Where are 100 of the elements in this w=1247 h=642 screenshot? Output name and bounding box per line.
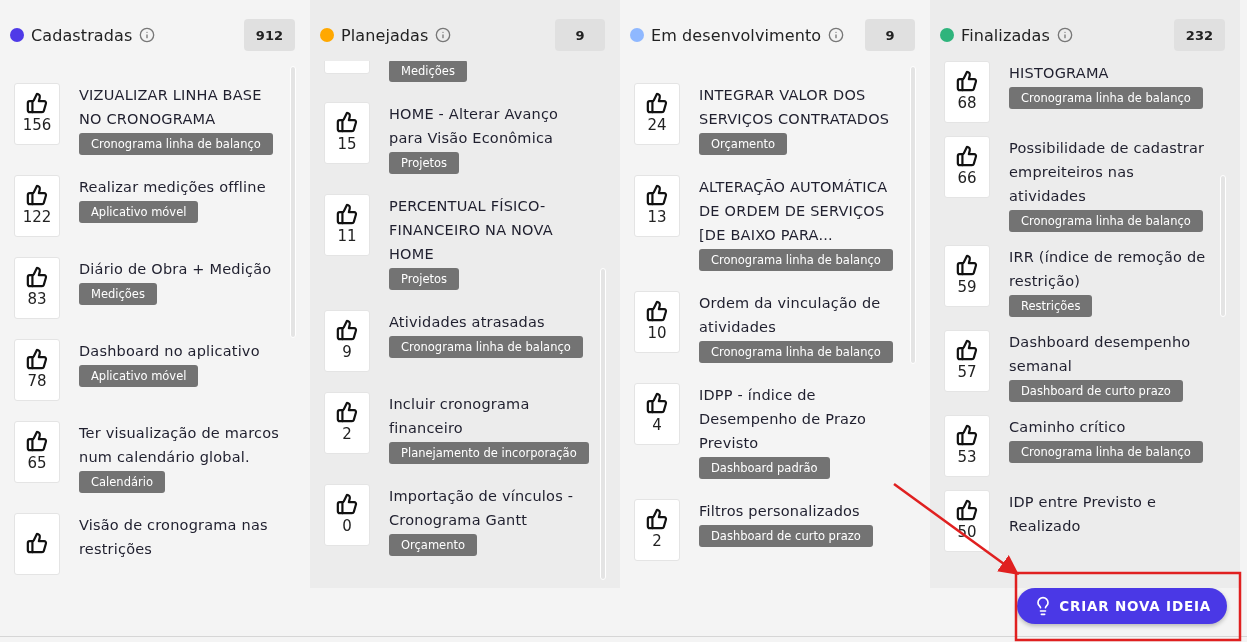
thumbs-up-icon: [336, 110, 358, 133]
category-tag: Aplicativo móvel: [79, 201, 199, 223]
idea-title[interactable]: INTEGRAR VALOR DOS SERVIÇOS CONTRATADOS: [699, 83, 899, 131]
vote-box[interactable]: 0: [324, 484, 370, 546]
vote-count: 53: [957, 447, 977, 466]
vote-box[interactable]: 59: [944, 245, 990, 307]
vote-box[interactable]: 57: [944, 330, 990, 392]
vote-box[interactable]: [14, 513, 60, 575]
vote-count: 24: [647, 115, 667, 134]
vote-box[interactable]: 156: [14, 83, 60, 145]
category-tag: Cronograma linha de balanço: [79, 133, 273, 155]
thumbs-up-icon: [646, 391, 668, 414]
category-tag: Dashboard de curto prazo: [1009, 380, 1183, 402]
category-tag: Cronograma linha de balanço: [389, 336, 583, 358]
vote-count: 50: [957, 522, 977, 541]
category-tag: Projetos: [389, 152, 460, 174]
thumbs-up-icon: [646, 507, 668, 530]
category-tag: Orçamento: [389, 534, 477, 556]
vote-count: 122: [22, 207, 52, 226]
vote-box[interactable]: 4: [634, 383, 680, 445]
category-tag: Calendário: [79, 471, 165, 493]
vote-box[interactable]: 65: [14, 421, 60, 483]
vote-box[interactable]: 24: [634, 83, 680, 145]
category-tag: Orçamento: [699, 133, 787, 155]
thumbs-up-icon: [956, 423, 978, 446]
idea-title[interactable]: Visão de cronograma nas restrições: [79, 513, 279, 561]
thumbs-up-icon: [336, 202, 358, 225]
vote-box[interactable]: 11: [324, 194, 370, 256]
idea-title[interactable]: Incluir cronograma financeiro: [389, 392, 589, 440]
count-badge: 232: [1173, 19, 1225, 51]
vote-box[interactable]: 50: [944, 490, 990, 552]
thumbs-up-icon: [26, 183, 48, 206]
idea-title[interactable]: Filtros personalizados: [699, 499, 860, 523]
idea-title[interactable]: Dashboard desempenho semanal: [1009, 330, 1209, 378]
idea-title[interactable]: IDPP - índice de Desempenho de Prazo Previsto: [699, 383, 899, 455]
vote-box[interactable]: 2: [324, 392, 370, 454]
idea-title[interactable]: Realizar medições offline: [79, 175, 266, 199]
vote-box[interactable]: 10: [634, 291, 680, 353]
thumbs-up-icon: [26, 91, 48, 114]
info-icon[interactable]: [1056, 27, 1073, 43]
info-icon[interactable]: [435, 27, 452, 43]
vote-count: 11: [337, 226, 357, 245]
vote-box[interactable]: 78: [14, 339, 60, 401]
idea-title[interactable]: Importação de vínculos - Cronograma Gantt: [389, 484, 589, 532]
idea-title[interactable]: PERCENTUAL FÍSICO-FINANCEIRO NA NOVA HOME: [389, 194, 589, 266]
idea-title[interactable]: Caminho crítico: [1009, 415, 1126, 439]
scrollbar[interactable]: [910, 66, 916, 364]
idea-title[interactable]: VIZUALIZAR LINHA BASE NO CRONOGRAMA: [79, 83, 279, 131]
vote-count: 57: [957, 362, 977, 381]
idea-title[interactable]: Ordem da vinculação de atividades: [699, 291, 899, 339]
idea-title[interactable]: HOME - Alterar Avanço para Visão Econômica: [389, 102, 589, 150]
idea-title[interactable]: HISTOGRAMA: [1009, 61, 1109, 85]
thumbs-up-icon: [26, 265, 48, 288]
vote-count: 156: [22, 115, 52, 134]
category-tag: Cronograma linha de balanço: [1009, 441, 1203, 463]
column-title: Planejadas: [341, 25, 429, 45]
category-tag: Medições: [389, 61, 467, 82]
column-title: Cadastradas: [31, 25, 133, 45]
vote-box[interactable]: 122: [14, 175, 60, 237]
category-tag: Dashboard padrão: [699, 457, 830, 479]
create-idea-button[interactable]: CRIAR NOVA IDEIA: [1017, 588, 1227, 624]
thumbs-up-icon: [26, 429, 48, 452]
vote-count: 4: [652, 415, 662, 434]
vote-box[interactable]: 53: [944, 415, 990, 477]
thumbs-up-icon: [646, 183, 668, 206]
category-tag: Dashboard de curto prazo: [699, 525, 873, 547]
thumbs-up-icon: [956, 253, 978, 276]
idea-title[interactable]: Diário de Obra + Medição: [79, 257, 272, 281]
vote-count: 9: [342, 342, 352, 361]
idea-title[interactable]: Possibilidade de cadastrar empreiteiros nas atividades: [1009, 136, 1209, 208]
thumbs-up-icon: [26, 347, 48, 370]
vote-box[interactable]: 9: [324, 310, 370, 372]
column-title: Finalizadas: [961, 25, 1050, 45]
column-title: Em desenvolvimento: [651, 25, 822, 45]
vote-count: 68: [957, 93, 977, 112]
vote-box[interactable]: 13: [634, 175, 680, 237]
idea-title[interactable]: IRR (índice de remoção de restrição): [1009, 245, 1209, 293]
vote-box[interactable]: 83: [14, 257, 60, 319]
info-icon[interactable]: [828, 27, 845, 43]
scrollbar[interactable]: [290, 66, 296, 338]
info-icon[interactable]: [139, 27, 156, 43]
vote-count: 83: [27, 289, 47, 308]
idea-title[interactable]: Ter visualização de marcos num calendário global.: [79, 421, 279, 469]
vote-box[interactable]: 2: [634, 499, 680, 561]
vote-box[interactable]: 68: [944, 61, 990, 123]
idea-title[interactable]: IDP entre Previsto e Realizado: [1009, 490, 1209, 538]
category-tag: Cronograma linha de balanço: [1009, 87, 1203, 109]
idea-title[interactable]: ALTERAÇÃO AUTOMÁTICA DE ORDEM DE SERVIÇOS [DE BAIXO PARA...: [699, 175, 899, 247]
vote-box[interactable]: 15: [324, 102, 370, 164]
scrollbar[interactable]: [1220, 175, 1226, 317]
thumbs-up-icon: [956, 144, 978, 167]
thumbs-up-icon: [26, 531, 48, 554]
category-tag: Planejamento de incorporação: [389, 442, 589, 464]
category-tag: Projetos: [389, 268, 460, 290]
scrollbar[interactable]: [600, 268, 606, 580]
idea-title[interactable]: Dashboard no aplicativo: [79, 339, 260, 363]
thumbs-up-icon: [646, 299, 668, 322]
idea-title[interactable]: Atividades atrasadas: [389, 310, 545, 334]
vote-box[interactable]: 66: [944, 136, 990, 198]
category-tag: Medições: [79, 283, 157, 305]
